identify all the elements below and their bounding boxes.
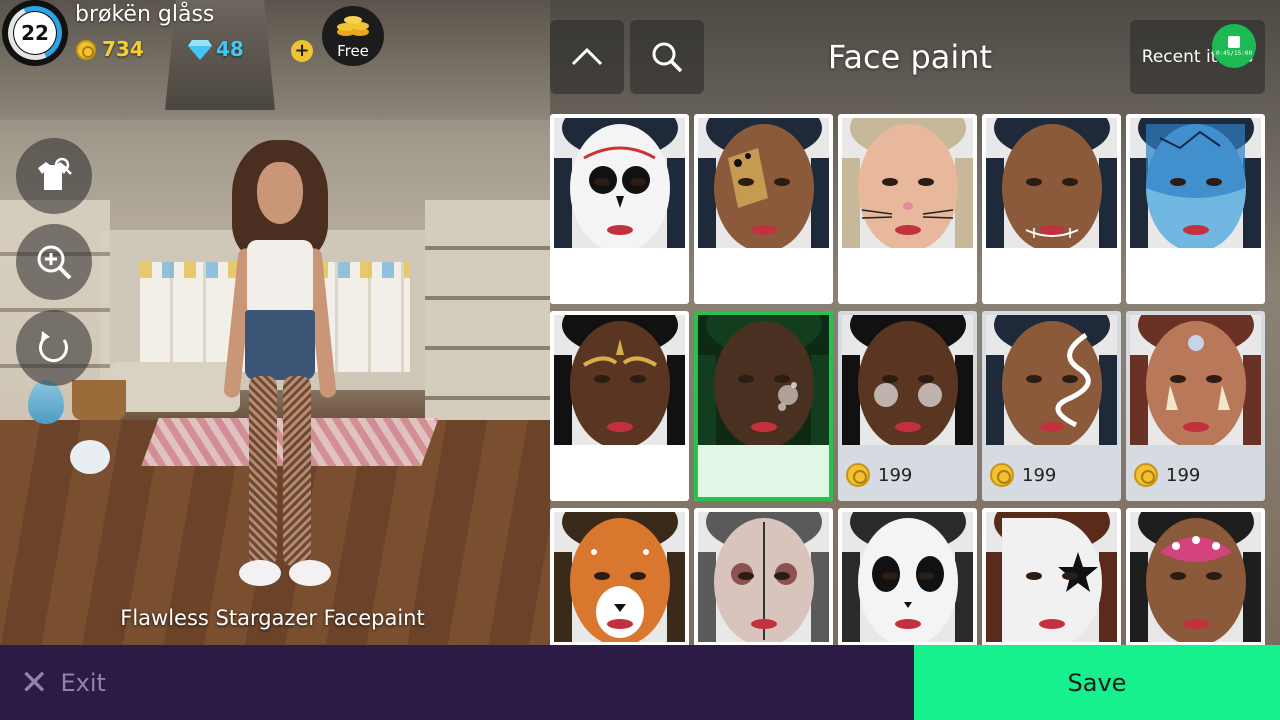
face-paint-item-pink-crown[interactable]	[1126, 508, 1265, 645]
stop-icon	[1228, 35, 1240, 48]
easter-egg	[28, 380, 64, 424]
gem-icon	[188, 40, 212, 60]
face-thumbnail-image	[698, 512, 829, 642]
coin-icon	[1134, 463, 1158, 487]
face-paint-item-ice-queen[interactable]	[1126, 114, 1265, 304]
face-paint-thumbnail	[842, 118, 973, 248]
coin-balance: 734	[102, 37, 144, 61]
face-thumbnail-image	[554, 118, 685, 248]
face-paint-item-leopard-gold[interactable]	[694, 114, 833, 304]
avatar-leg	[249, 376, 277, 566]
right-shelves	[425, 200, 550, 430]
face-thumbnail-image	[698, 118, 829, 248]
avatar-shorts	[245, 310, 315, 380]
search-button[interactable]	[630, 20, 704, 94]
outfit-search-button[interactable]	[16, 138, 92, 214]
add-currency-button[interactable]: +	[291, 40, 313, 62]
username: brøkën glåss	[75, 2, 215, 27]
face-paint-item-flawless-stargazer[interactable]	[694, 311, 833, 501]
close-icon: ✕	[20, 662, 49, 703]
recording-time: 0:45/15:00	[1215, 49, 1253, 57]
face-paint-thumbnail	[986, 315, 1117, 445]
face-paint-item-bunny-whiskers[interactable]	[838, 114, 977, 304]
free-reward-button[interactable]: Free	[322, 6, 384, 66]
zoom-button[interactable]	[16, 224, 92, 300]
face-paint-item-white-swirl[interactable]: 199	[982, 311, 1121, 501]
shirt-search-icon	[38, 157, 72, 190]
face-thumbnail-image	[554, 512, 685, 642]
level-badge[interactable]: 22	[0, 0, 70, 68]
rotate-icon	[39, 331, 68, 363]
face-paint-thumbnail	[1130, 512, 1261, 642]
face-paint-grid: 199 199 199	[550, 114, 1266, 645]
face-paint-thumbnail	[554, 315, 685, 445]
level-number: 22	[14, 12, 56, 54]
face-paint-item-gold-tribal[interactable]	[550, 311, 689, 501]
collapse-button[interactable]	[550, 20, 624, 94]
face-paint-thumbnail	[842, 512, 973, 642]
face-paint-thumbnail	[1130, 315, 1261, 445]
free-label: Free	[337, 42, 369, 60]
face-paint-item-star-eye[interactable]	[982, 508, 1121, 645]
face-paint-item-stitched-doll[interactable]	[694, 508, 833, 645]
face-thumbnail-image	[698, 315, 829, 445]
face-paint-thumbnail	[842, 315, 973, 445]
coin-icon	[990, 463, 1014, 487]
avatar-slipper	[289, 560, 331, 586]
save-button[interactable]: Save	[914, 645, 1280, 720]
screen-recording-indicator[interactable]: 0:45/15:00	[1212, 24, 1256, 68]
face-thumbnail-image	[554, 315, 685, 445]
coin-icon	[846, 463, 870, 487]
exit-label: Exit	[60, 668, 106, 697]
face-thumbnail-image	[1130, 315, 1261, 445]
avatar-preview[interactable]	[205, 140, 355, 600]
item-price-value: 199	[1022, 464, 1057, 486]
face-paint-thumbnail	[986, 118, 1117, 248]
face-thumbnail-image	[1130, 118, 1261, 248]
coin-stack-icon	[337, 16, 369, 36]
coin-icon	[76, 40, 96, 60]
item-price-value: 199	[878, 464, 913, 486]
item-price: 199	[990, 463, 1056, 487]
easter-egg	[70, 440, 110, 474]
avatar-slipper	[239, 560, 281, 586]
face-paint-thumbnail	[698, 512, 829, 642]
chevron-up-icon	[571, 47, 603, 66]
egg-basket	[72, 380, 126, 420]
face-paint-item-stitched-smile[interactable]	[982, 114, 1121, 304]
avatar-leg	[283, 376, 311, 566]
gem-balance: 48	[216, 37, 244, 61]
face-paint-thumbnail	[986, 512, 1117, 642]
face-paint-item-fawn[interactable]	[550, 508, 689, 645]
zoom-in-icon	[37, 245, 72, 280]
item-price-value: 199	[1166, 464, 1201, 486]
face-paint-thumbnail	[698, 315, 829, 445]
face-thumbnail-image	[986, 315, 1117, 445]
face-paint-thumbnail	[554, 118, 685, 248]
face-paint-thumbnail	[554, 512, 685, 642]
selected-item-name: Flawless Stargazer Facepaint	[120, 606, 425, 630]
face-paint-thumbnail	[1130, 118, 1261, 248]
face-thumbnail-image	[986, 118, 1117, 248]
avatar-shirt	[247, 240, 313, 312]
face-paint-item-sugar-skull[interactable]	[550, 114, 689, 304]
face-thumbnail-image	[842, 118, 973, 248]
face-thumbnail-image	[986, 512, 1117, 642]
face-paint-thumbnail	[698, 118, 829, 248]
avatar-face	[257, 162, 303, 224]
face-thumbnail-image	[842, 512, 973, 642]
face-paint-item-jeweled-tears[interactable]: 199	[1126, 311, 1265, 501]
item-price: 199	[846, 463, 912, 487]
search-icon	[652, 42, 683, 73]
item-price: 199	[1134, 463, 1200, 487]
panel-title: Face paint	[827, 38, 993, 76]
face-paint-item-silver-sparkle[interactable]: 199	[838, 311, 977, 501]
face-thumbnail-image	[1130, 512, 1261, 642]
face-thumbnail-image	[842, 315, 973, 445]
exit-button[interactable]: ✕ Exit	[0, 645, 914, 720]
rotate-button[interactable]	[16, 310, 92, 386]
face-paint-item-panda[interactable]	[838, 508, 977, 645]
